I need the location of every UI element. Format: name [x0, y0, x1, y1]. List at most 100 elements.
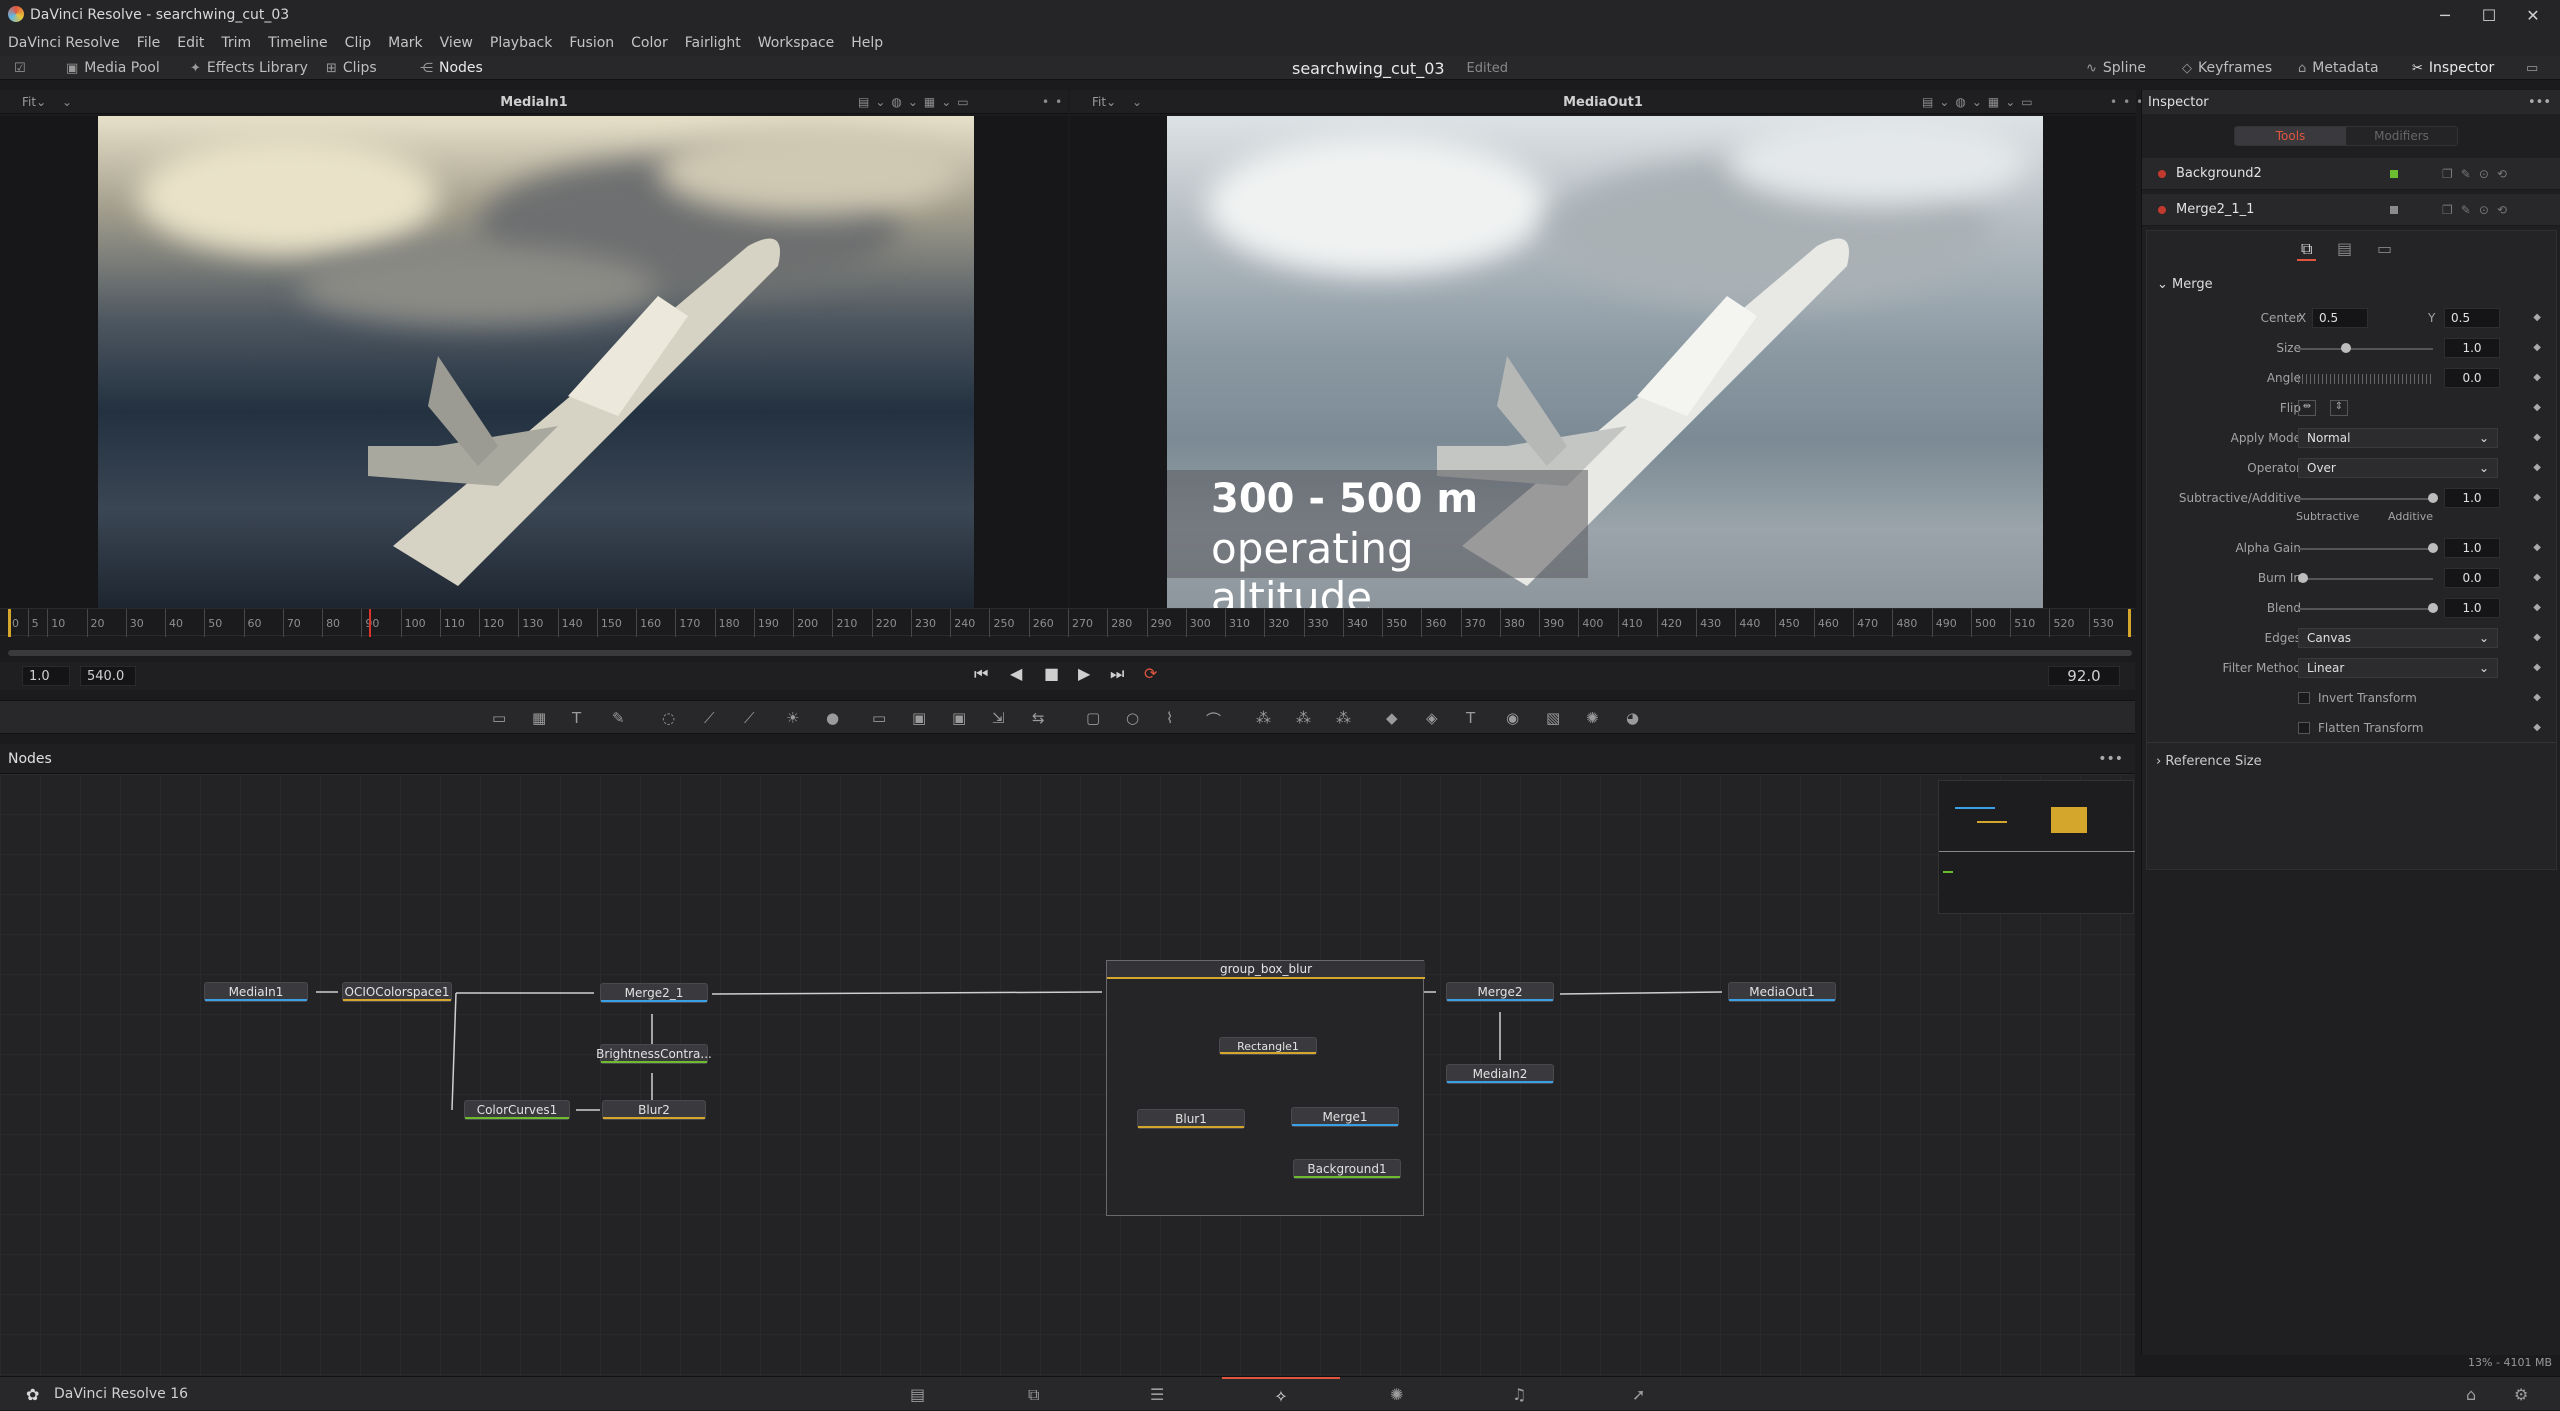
- bspline-mask-tool-icon[interactable]: ⌒: [1206, 709, 1221, 730]
- alpha-gain-input[interactable]: 1.0: [2444, 538, 2500, 558]
- color-curves-tool-icon[interactable]: ⟋: [704, 709, 715, 727]
- node-blur2[interactable]: Blur2: [602, 1100, 706, 1120]
- mask-tab-icon[interactable]: ▭: [2377, 239, 2392, 258]
- menu-workspace[interactable]: Workspace: [758, 35, 835, 51]
- background-tool-icon[interactable]: ▭: [492, 709, 506, 727]
- page-fairlight-icon[interactable]: ♫: [1512, 1385, 1526, 1404]
- edges-dropdown[interactable]: Canvas ⌄: [2298, 628, 2498, 648]
- flip-vertical-button[interactable]: ⇕: [2330, 400, 2348, 416]
- blend-knob[interactable]: [2428, 603, 2438, 613]
- viewer-left[interactable]: [0, 116, 1068, 608]
- node-blur1[interactable]: Blur1: [1137, 1109, 1245, 1129]
- navigator-viewport[interactable]: [2051, 807, 2087, 833]
- node-mediaout1[interactable]: MediaOut1: [1728, 982, 1836, 1002]
- inspector-more-button[interactable]: •••: [2528, 95, 2551, 110]
- node-mediain2[interactable]: MediaIn2: [1446, 1064, 1554, 1084]
- keyframe-diamond-icon[interactable]: ◆: [2533, 542, 2541, 553]
- keyframe-diamond-icon[interactable]: ◆: [2533, 432, 2541, 443]
- alpha-gain-knob[interactable]: [2428, 543, 2438, 553]
- light3d-tool-icon[interactable]: ✺: [1586, 709, 1599, 727]
- effects-library-button[interactable]: ✦ Effects Library: [190, 56, 308, 80]
- channel-booleans-tool-icon[interactable]: ▣: [952, 709, 966, 727]
- node-background1[interactable]: Background1: [1293, 1159, 1401, 1179]
- page-media-icon[interactable]: ▤: [910, 1385, 925, 1404]
- nodes-button[interactable]: ⋲ Nodes: [420, 56, 483, 80]
- keyframe-diamond-icon[interactable]: ◆: [2533, 372, 2541, 383]
- burn-in-slider[interactable]: [2298, 578, 2433, 580]
- ellipse-mask-tool-icon[interactable]: ○: [1126, 709, 1139, 727]
- render-range-start-marker[interactable]: [8, 609, 11, 637]
- metadata-button[interactable]: ⌂ Metadata: [2298, 56, 2379, 80]
- step-back-button[interactable]: ◀: [1010, 664, 1022, 683]
- menu-trim[interactable]: Trim: [221, 35, 251, 51]
- size-slider-knob[interactable]: [2340, 343, 2351, 353]
- clips-button[interactable]: ⊞ Clips: [326, 56, 377, 80]
- home-icon[interactable]: ⌂: [2466, 1385, 2476, 1404]
- render-end-field[interactable]: 540.0: [80, 666, 136, 686]
- blur-tool-icon[interactable]: ▭: [872, 709, 886, 727]
- keyframe-diamond-icon[interactable]: ◆: [2533, 692, 2541, 703]
- settings-gear-icon[interactable]: ⚙: [2514, 1385, 2528, 1404]
- node-navigator[interactable]: [1938, 780, 2135, 914]
- tool-enable-dot[interactable]: [2158, 169, 2166, 178]
- subtractive-additive-slider[interactable]: [2298, 498, 2433, 500]
- menu-help[interactable]: Help: [851, 35, 883, 51]
- menu-view[interactable]: View: [440, 35, 473, 51]
- keyframe-diamond-icon[interactable]: ◆: [2533, 312, 2541, 323]
- menu-edit[interactable]: Edit: [177, 35, 204, 51]
- paint-tool-icon[interactable]: ✎: [612, 709, 625, 727]
- current-frame-field[interactable]: 92.0: [2048, 666, 2120, 686]
- stop-button[interactable]: ■: [1044, 664, 1059, 683]
- node-mediain1[interactable]: MediaIn1: [204, 982, 308, 1002]
- operator-dropdown[interactable]: Over ⌄: [2298, 458, 2498, 478]
- tool-header-merge2-1-1[interactable]: Merge2_1_1 ❐✎⊙⟲: [2142, 194, 2560, 226]
- sidebar-toggle-button[interactable]: ☑: [14, 56, 26, 80]
- blend-input[interactable]: 1.0: [2444, 598, 2500, 618]
- image-tool-icon[interactable]: ▦: [532, 709, 546, 727]
- tool-header-background2[interactable]: Background2 ❐✎⊙⟲: [2142, 158, 2560, 190]
- invert-transform-checkbox[interactable]: [2298, 692, 2310, 704]
- close-button[interactable]: ✕: [2508, 0, 2558, 30]
- menu-color[interactable]: Color: [631, 35, 668, 51]
- particle-render-tool-icon[interactable]: ⁂: [1296, 709, 1311, 727]
- settings-tab-icon[interactable]: ▤: [2337, 239, 2352, 258]
- menu-file[interactable]: File: [137, 35, 160, 51]
- flip-horizontal-button[interactable]: ⇹: [2298, 400, 2316, 416]
- keyframe-diamond-icon[interactable]: ◆: [2533, 602, 2541, 613]
- scrub-bar[interactable]: [8, 650, 2132, 656]
- controls-tab-icon[interactable]: ⧉: [2297, 239, 2317, 261]
- page-deliver-icon[interactable]: ➚: [1632, 1385, 1645, 1404]
- node-ociocolorspace1[interactable]: OCIOColorspace1: [342, 982, 452, 1002]
- size-slider[interactable]: [2298, 348, 2433, 350]
- tool-header-icons[interactable]: ❐✎⊙⟲: [2442, 167, 2515, 181]
- text3d-tool-icon[interactable]: T: [1466, 709, 1475, 727]
- keyframe-diamond-icon[interactable]: ◆: [2533, 572, 2541, 583]
- inspector-button[interactable]: ✂ Inspector: [2412, 56, 2494, 80]
- menu-fairlight[interactable]: Fairlight: [685, 35, 741, 51]
- keyframe-diamond-icon[interactable]: ◆: [2533, 662, 2541, 673]
- tool-header-icons[interactable]: ❐✎⊙⟲: [2442, 203, 2515, 217]
- keyframe-diamond-icon[interactable]: ◆: [2533, 402, 2541, 413]
- center-y-input[interactable]: 0.5: [2444, 308, 2500, 328]
- menu-fusion[interactable]: Fusion: [569, 35, 614, 51]
- hue-curves-tool-icon[interactable]: ⟋: [744, 709, 755, 727]
- page-color-icon[interactable]: ✺: [1390, 1385, 1403, 1404]
- render-start-field[interactable]: 1.0: [22, 666, 70, 686]
- menu-timeline[interactable]: Timeline: [268, 35, 328, 51]
- play-button[interactable]: ▶: [1078, 664, 1090, 683]
- viewer-right[interactable]: 300 - 500 m operating altitude: [1070, 116, 2136, 608]
- shape3d-tool-icon[interactable]: ◆: [1386, 709, 1398, 727]
- filter-method-dropdown[interactable]: Linear ⌄: [2298, 658, 2498, 678]
- node-group-box-blur[interactable]: group_box_blur Rectangle1 Blur1 Merge1 B…: [1106, 960, 1425, 1216]
- node-colorcurves1[interactable]: ColorCurves1: [464, 1100, 570, 1120]
- angle-thumbwheel[interactable]: [2298, 374, 2433, 384]
- time-ruler[interactable]: 0 5 10 20 30 40 50 60 70 80 90 100 110 120 130 140 150 16…: [0, 608, 2135, 637]
- section-merge[interactable]: ⌄ Merge: [2157, 277, 2213, 292]
- angle-input[interactable]: 0.0: [2444, 368, 2500, 388]
- section-reference-size[interactable]: › Reference Size: [2156, 754, 2262, 769]
- tab-tools[interactable]: Tools: [2235, 127, 2346, 145]
- tool-enable-dot[interactable]: [2158, 205, 2166, 214]
- media-pool-button[interactable]: ▣ Media Pool: [66, 56, 160, 80]
- loop-icon[interactable]: ⟳: [1144, 664, 1157, 683]
- page-fusion-icon[interactable]: ✧: [1222, 1377, 1340, 1411]
